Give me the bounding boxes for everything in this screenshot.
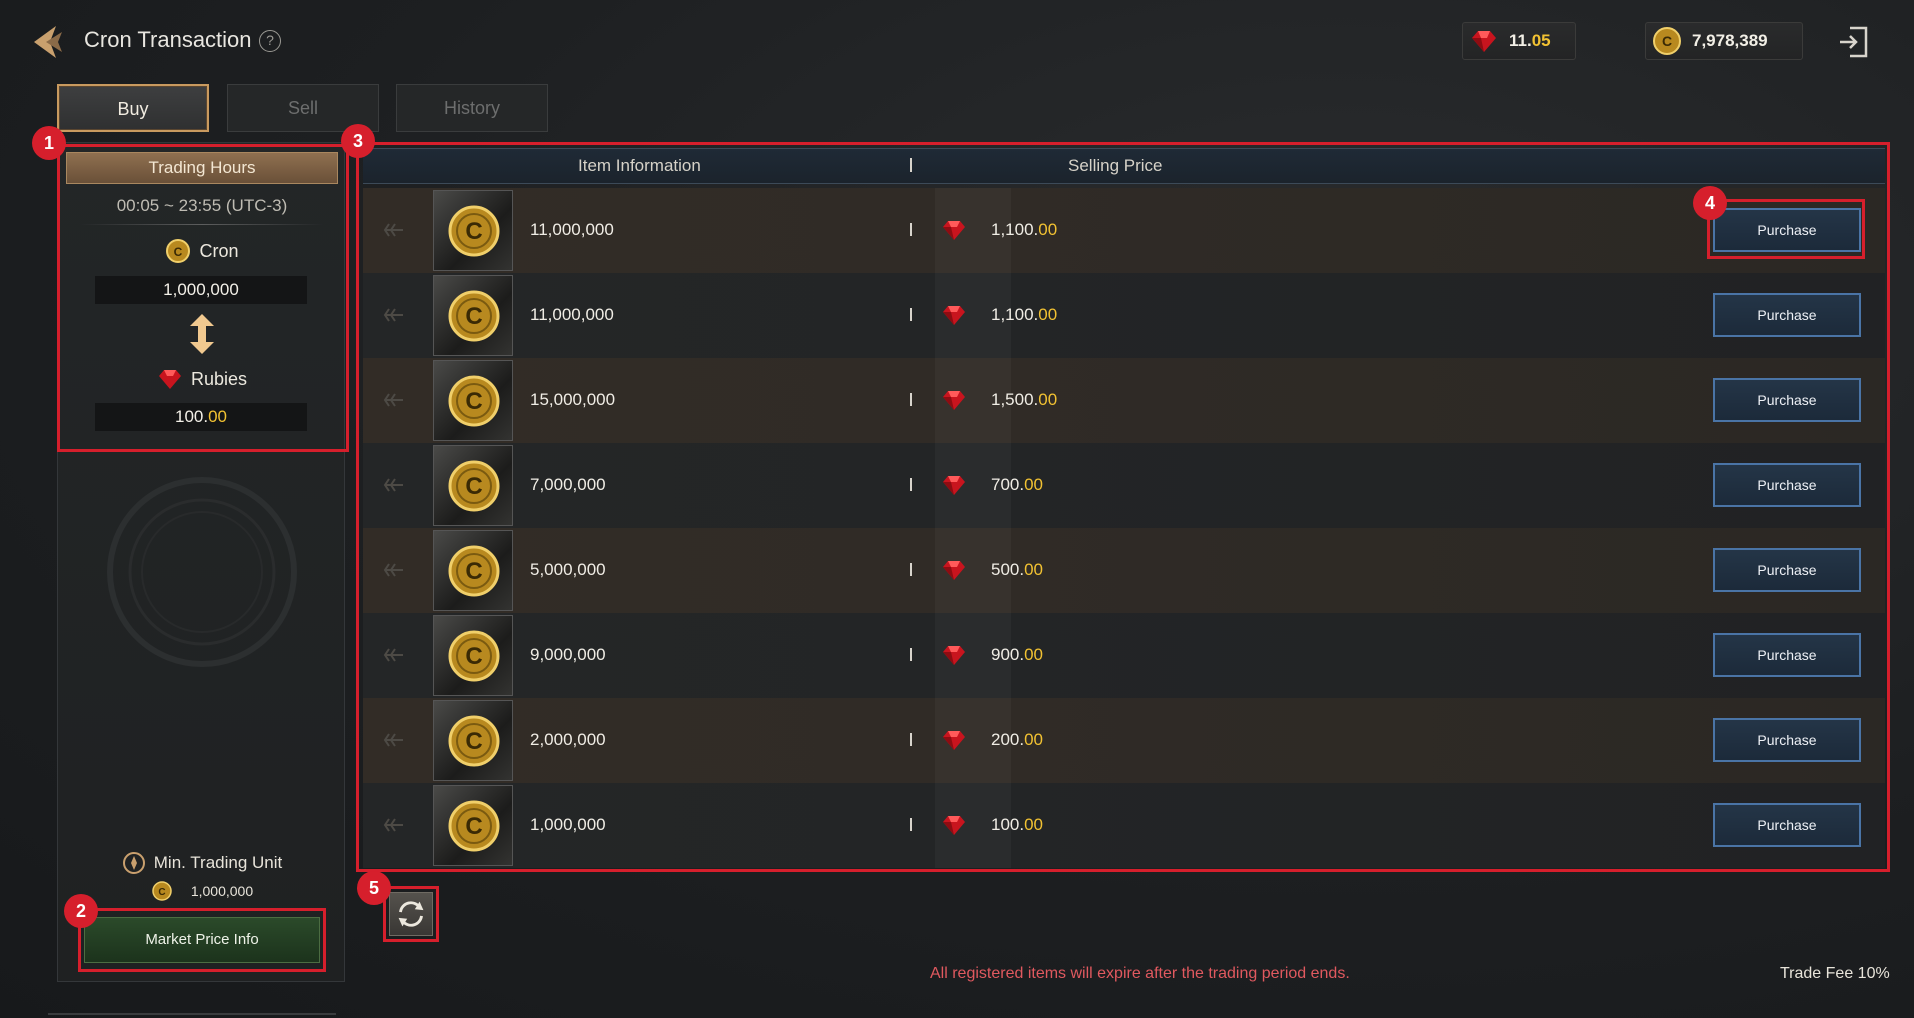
ruby-balance: 11. 05 — [1462, 22, 1576, 60]
divider — [48, 1013, 336, 1015]
cron-coin-icon: C — [1653, 27, 1681, 55]
highlight-purchase — [1707, 199, 1865, 259]
annotation-badge: 1 — [32, 126, 66, 160]
annotation-badge: 4 — [1693, 186, 1727, 220]
expiry-notice: All registered items will expire after t… — [930, 965, 1350, 982]
ruby-icon — [1472, 31, 1496, 52]
annotation-badge: 5 — [357, 871, 391, 905]
tab-buy[interactable]: Buy — [57, 84, 209, 132]
svg-text:C: C — [158, 887, 165, 898]
page-title: Cron Transaction — [84, 27, 252, 52]
compass-icon — [122, 852, 145, 874]
exit-icon[interactable] — [1836, 24, 1872, 60]
cron-balance-amount: 7,978,389 — [1692, 31, 1768, 50]
min-trading-unit-text: Min. Trading Unit — [153, 853, 283, 872]
highlight-market-price — [78, 908, 326, 972]
trade-fee: Trade Fee 10% — [1780, 965, 1890, 982]
min-trading-unit: C 1,000,000 — [62, 880, 342, 902]
highlight-item-table — [356, 142, 1890, 872]
ruby-balance-decimals: 05 — [1531, 31, 1551, 50]
emblem-ornament — [107, 477, 297, 667]
min-trading-unit-label: Min. Trading Unit — [62, 851, 342, 875]
highlight-trading-hours — [57, 144, 349, 452]
min-trading-unit-value: 1,000,000 — [190, 883, 254, 899]
ruby-balance-whole: 11. — [1509, 31, 1532, 50]
back-icon[interactable] — [26, 20, 70, 64]
tab-history[interactable]: History — [396, 84, 548, 132]
highlight-refresh — [383, 886, 439, 942]
annotation-badge: 3 — [341, 124, 375, 158]
svg-text:C: C — [1662, 33, 1672, 49]
annotation-badge: 2 — [64, 894, 98, 928]
help-icon[interactable]: ? — [259, 30, 281, 52]
cron-coin-icon: C — [152, 881, 172, 901]
cron-balance: C 7,978,389 — [1645, 22, 1803, 60]
